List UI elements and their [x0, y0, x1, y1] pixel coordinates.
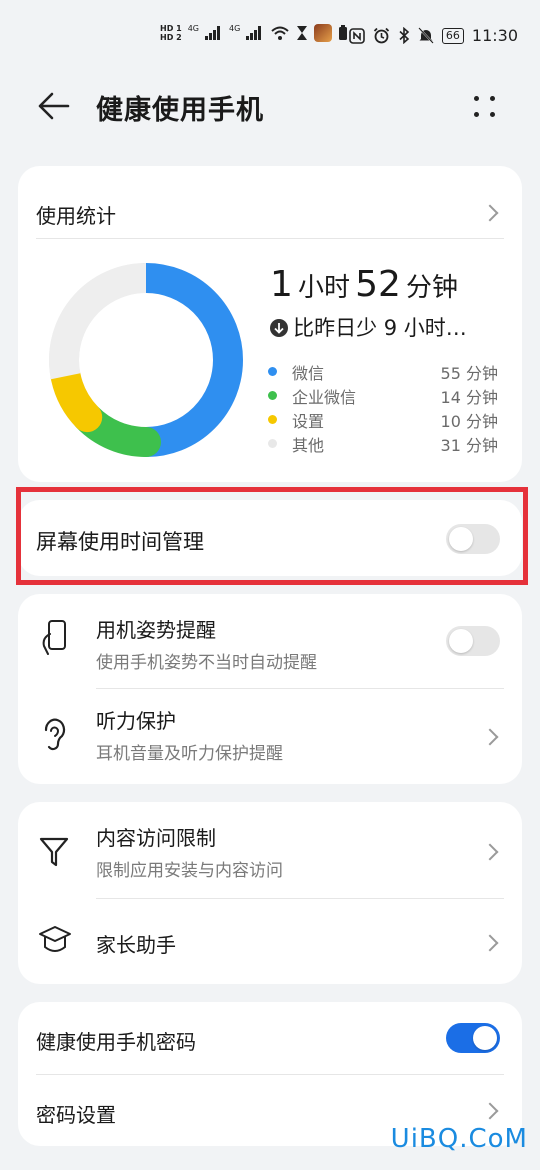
restrictions-card: 内容访问限制 限制应用安装与内容访问 家长助手	[18, 802, 522, 984]
hd-indicator: HD 1 HD 2	[160, 24, 182, 42]
legend-dot	[268, 367, 277, 376]
chevron-right-icon	[481, 1102, 499, 1120]
highlight-box	[16, 487, 528, 585]
usage-card: 使用统计 1 小时 52 分钟 比昨日少 9 小时… 微信 55 分钟 企业微信…	[18, 166, 522, 482]
back-arrow-icon[interactable]	[36, 88, 72, 124]
posture-hearing-card: 用机姿势提醒 使用手机姿势不当时自动提醒 听力保护 耳机音量及听力保护提醒	[18, 594, 522, 784]
usage-total: 1 小时 52 分钟	[270, 264, 458, 305]
ear-icon	[44, 718, 66, 751]
legend-value: 31 分钟	[440, 436, 498, 455]
legend-dot	[268, 439, 277, 448]
legend-value: 14 分钟	[440, 388, 498, 407]
wifi-icon	[271, 26, 289, 40]
parent-title: 家长助手	[96, 933, 176, 957]
status-left: HD 1 HD 2 4G 4G	[160, 24, 348, 42]
content-limit-subtitle: 限制应用安装与内容访问	[96, 861, 283, 881]
usage-section-title: 使用统计	[36, 204, 116, 228]
status-bar: HD 1 HD 2 4G 4G 66 11:30	[0, 0, 540, 78]
nfc-icon	[349, 27, 365, 44]
usage-donut-chart	[49, 263, 243, 457]
hearing-title: 听力保护	[96, 709, 176, 733]
usage-section-header[interactable]: 使用统计	[18, 166, 522, 238]
usage-legend: 微信 55 分钟 企业微信 14 分钟 设置 10 分钟 其他 31 分钟	[268, 360, 498, 460]
game-app-icon	[314, 24, 333, 42]
mute-icon	[418, 27, 434, 44]
legend-name: 其他	[292, 436, 325, 455]
filter-icon	[39, 837, 69, 867]
hearing-row[interactable]: 听力保护 耳机音量及听力保护提醒	[18, 689, 522, 784]
network-label-1: 4G	[187, 24, 199, 33]
total-hours-unit: 小时	[298, 273, 351, 303]
chevron-right-icon	[481, 204, 499, 222]
posture-title: 用机姿势提醒	[96, 618, 216, 642]
battery-saver-icon	[339, 25, 348, 40]
divider	[36, 238, 504, 239]
legend-item: 其他 31 分钟	[268, 432, 498, 456]
chevron-right-icon	[481, 934, 499, 952]
legend-value: 55 分钟	[440, 364, 498, 383]
battery-indicator: 66	[441, 27, 464, 44]
total-hours: 1	[270, 264, 293, 305]
parent-row[interactable]: 家长助手	[18, 899, 522, 984]
legend-item: 企业微信 14 分钟	[268, 384, 498, 408]
hearing-subtitle: 耳机音量及听力保护提醒	[96, 744, 283, 764]
compare-text: 比昨日少 9 小时…	[293, 316, 467, 340]
legend-name: 企业微信	[292, 388, 357, 407]
watermark: UiBQ.CoM	[390, 1124, 528, 1154]
arrow-down-icon	[270, 319, 288, 337]
alarm-icon	[373, 27, 390, 44]
chevron-right-icon	[481, 843, 499, 861]
network-label-2: 4G	[228, 24, 241, 33]
donut-slice-3	[50, 361, 103, 433]
chevron-right-icon	[481, 728, 499, 746]
signal-icon-2	[246, 26, 264, 40]
signal-icon	[204, 26, 223, 40]
toggle-knob	[449, 629, 473, 653]
clock: 11:30	[471, 26, 518, 45]
legend-item: 设置 10 分钟	[268, 408, 498, 432]
password-toggle-row[interactable]: 健康使用手机密码	[18, 1002, 522, 1074]
legend-value: 10 分钟	[440, 412, 498, 431]
password-toggle-title: 健康使用手机密码	[36, 1030, 196, 1054]
toggle-knob	[473, 1026, 497, 1050]
more-options-icon[interactable]	[474, 92, 500, 122]
posture-toggle[interactable]	[446, 626, 500, 656]
legend-item: 微信 55 分钟	[268, 360, 498, 384]
page-title: 健康使用手机	[96, 95, 264, 126]
donut-slice-1	[131, 263, 243, 457]
posture-row[interactable]: 用机姿势提醒 使用手机姿势不当时自动提醒	[18, 594, 522, 688]
hd1-label: HD 1	[160, 24, 182, 33]
graduation-cap-icon	[39, 926, 71, 952]
usage-compare: 比昨日少 9 小时…	[270, 312, 467, 342]
legend-dot	[268, 415, 277, 424]
hourglass-icon	[297, 26, 308, 40]
hd2-label: HD 2	[160, 33, 182, 42]
phone-hand-icon	[42, 620, 66, 655]
password-toggle[interactable]	[446, 1023, 500, 1053]
total-minutes-unit: 分钟	[406, 273, 459, 303]
app-bar: 健康使用手机	[0, 78, 540, 138]
posture-subtitle: 使用手机姿势不当时自动提醒	[96, 653, 317, 673]
password-settings-title: 密码设置	[36, 1103, 116, 1127]
content-limit-row[interactable]: 内容访问限制 限制应用安装与内容访问	[18, 802, 522, 898]
legend-dot	[268, 391, 277, 400]
legend-name: 微信	[292, 364, 325, 383]
content-limit-title: 内容访问限制	[96, 826, 216, 850]
total-minutes: 52	[355, 264, 401, 305]
status-right: 66 11:30	[349, 26, 518, 45]
donut-slice-4	[49, 263, 147, 380]
bluetooth-icon	[399, 27, 410, 44]
legend-name: 设置	[292, 412, 325, 431]
